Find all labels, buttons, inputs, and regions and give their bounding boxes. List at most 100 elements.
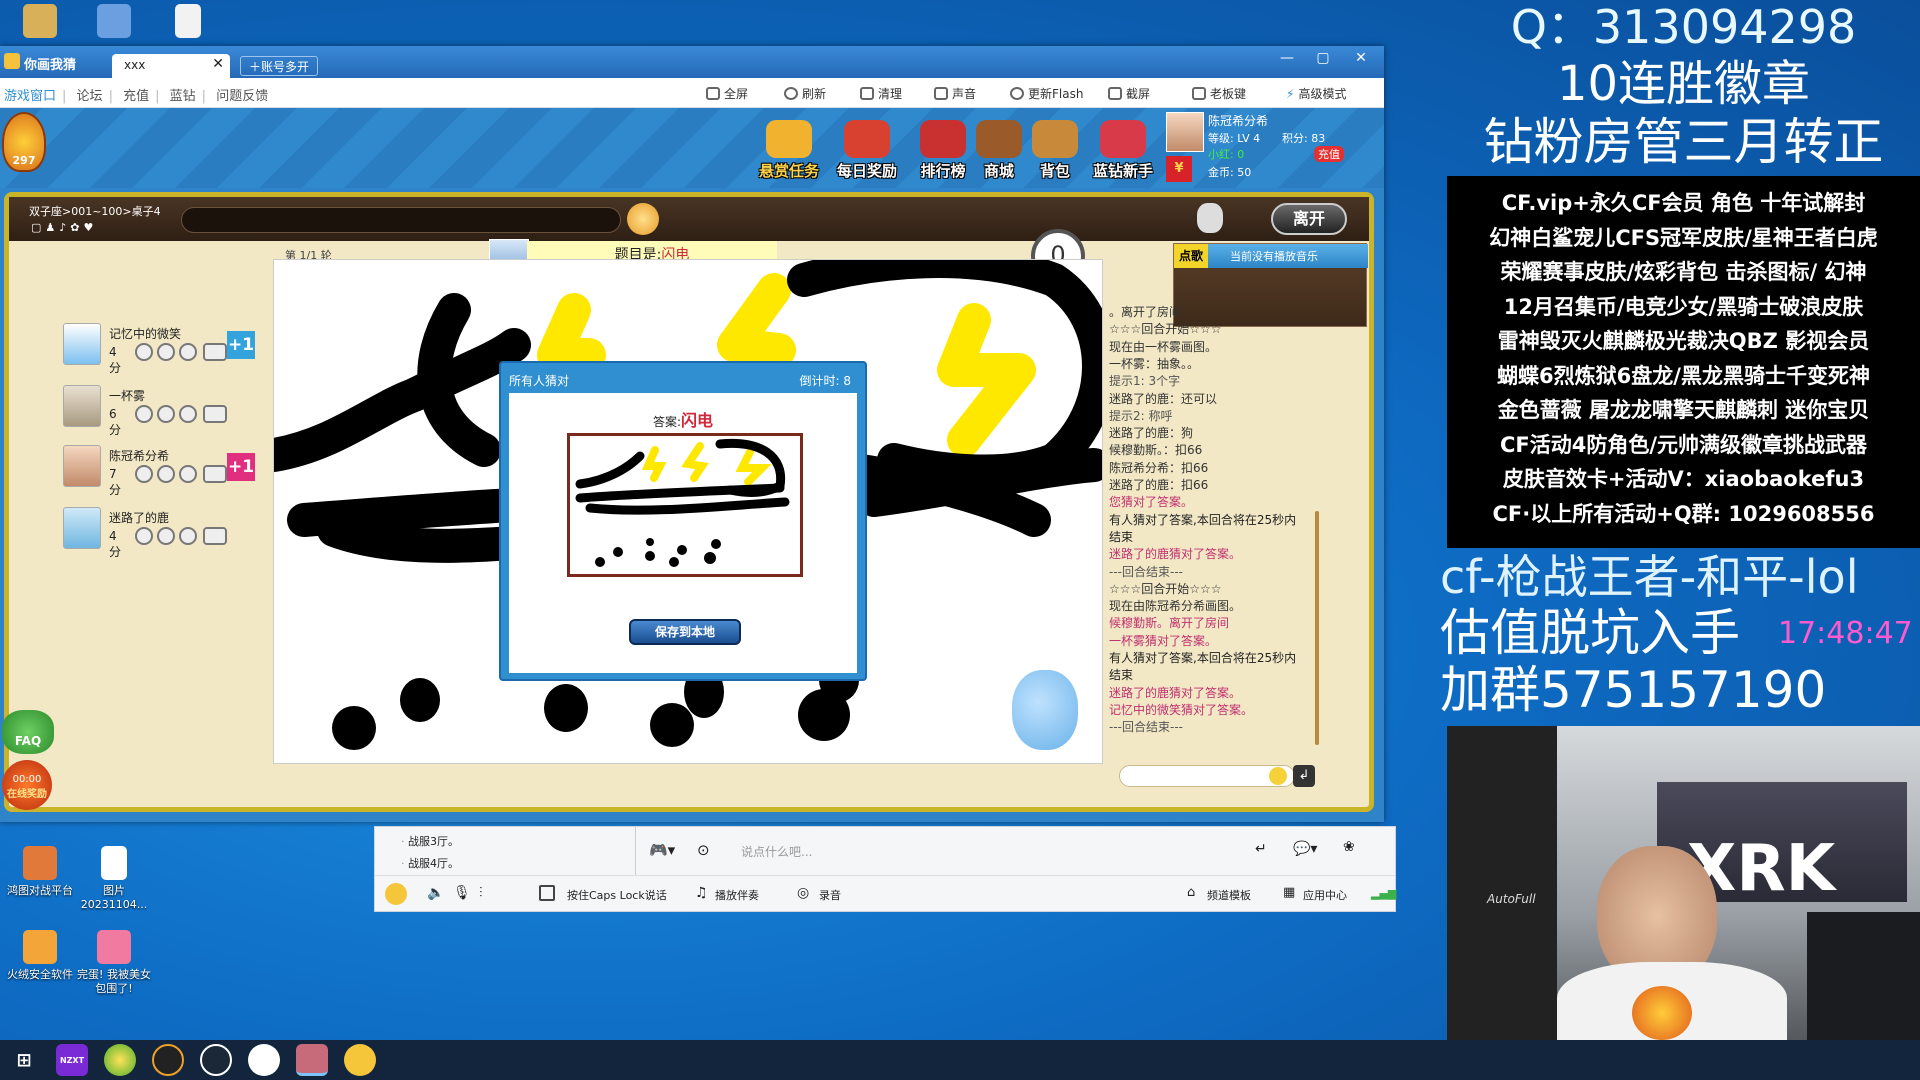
face-icon[interactable] xyxy=(179,465,197,483)
menu-link-forum[interactable]: 论坛 xyxy=(77,89,103,104)
close-window-icon[interactable]: ✕ xyxy=(1346,50,1376,66)
chat-message: 候穆勤斯。：扣66 xyxy=(1109,443,1203,458)
chat-message: ---回合结束--- xyxy=(1109,564,1183,579)
faq-button[interactable]: FAQ xyxy=(2,710,54,754)
gamepad-menu-icon[interactable]: 🎮▾ xyxy=(649,841,675,859)
daily-reward-button[interactable]: 每日奖励 xyxy=(834,120,900,181)
home-icon[interactable]: ⌂ xyxy=(1187,885,1195,900)
mixer-icon[interactable]: ⫶ xyxy=(479,885,483,901)
emoji-icon[interactable] xyxy=(1269,767,1287,785)
folder-icon xyxy=(23,4,57,38)
qq-penguin-icon[interactable] xyxy=(248,1044,280,1076)
desktop-icon-doc[interactable] xyxy=(148,4,228,42)
boss-key-button[interactable]: 老板键 xyxy=(1192,85,1246,102)
chat-message: 迷路了的鹿猜对了答案。 xyxy=(1109,547,1242,562)
gamepad-icon[interactable] xyxy=(203,343,227,361)
enter-icon[interactable]: ↵ xyxy=(1255,841,1267,857)
level-crown-icon[interactable]: 297 xyxy=(2,112,46,172)
update-flash-button[interactable]: 更新Flash xyxy=(1010,85,1083,102)
chat-scrollbar[interactable] xyxy=(1315,511,1319,745)
face-icon[interactable] xyxy=(179,343,197,361)
gamepad-icon[interactable] xyxy=(203,527,227,545)
advanced-mode-button[interactable]: ⚡ 高级模式 xyxy=(1286,85,1346,102)
music-status: 当前没有播放音乐 xyxy=(1230,250,1318,263)
menu-link-game[interactable]: 游戏窗口 xyxy=(4,89,56,104)
promo-line: CF活动4防角色/元帅满级徽章挑战武器 xyxy=(1499,432,1868,457)
music-icon[interactable] xyxy=(157,527,175,545)
boss-key-icon xyxy=(1192,87,1206,100)
face-icon[interactable] xyxy=(179,405,197,423)
online-reward-button[interactable]: 00:00 在线奖励 xyxy=(2,760,52,810)
clean-button[interactable]: 清理 xyxy=(860,85,902,102)
paint-game-icon[interactable] xyxy=(296,1044,328,1076)
menu-link-bluediamond[interactable]: 蓝钻 xyxy=(170,89,196,104)
caps-lock-checkbox[interactable] xyxy=(539,885,555,901)
bear-app-icon[interactable] xyxy=(344,1044,376,1076)
sound-button[interactable]: 声音 xyxy=(934,85,976,102)
bounty-task-button[interactable]: 悬赏任务 xyxy=(756,120,822,181)
music-note-icon[interactable]: ♫ xyxy=(695,885,708,901)
browser-icon[interactable] xyxy=(104,1044,136,1076)
channel-template-button[interactable]: 频道模板 xyxy=(1207,887,1251,903)
desktop-icon-app[interactable] xyxy=(74,4,154,42)
request-song-tab[interactable]: 点歌 xyxy=(1174,244,1208,268)
recharge-button[interactable]: 充值 xyxy=(1314,146,1344,162)
app-center-button[interactable]: 应用中心 xyxy=(1303,887,1347,903)
microphone-icon[interactable]: 🎙 xyxy=(453,885,471,901)
save-local-button[interactable]: 保存到本地 xyxy=(629,619,741,645)
mascot-owl-icon[interactable] xyxy=(385,883,407,905)
music-icon[interactable] xyxy=(157,465,175,483)
record-button[interactable]: 录音 xyxy=(819,887,841,903)
desktop-icon-hongtu[interactable]: 鸿图对战平台 xyxy=(0,846,80,898)
music-icon[interactable] xyxy=(157,343,175,361)
gamepad-icon[interactable] xyxy=(203,405,227,423)
grid-icon[interactable]: ▦ xyxy=(1283,885,1295,900)
speaker-icon[interactable]: 🔈 xyxy=(427,885,444,901)
channel-item[interactable]: · 战服3厅。 xyxy=(401,833,459,849)
record-icon[interactable]: ◎ xyxy=(797,885,809,901)
menu-link-recharge[interactable]: 充值 xyxy=(123,89,149,104)
tab-main[interactable]: xxx ✕ xyxy=(112,54,230,78)
desktop-icon-folder[interactable] xyxy=(0,4,80,42)
bluediamond-newbie-button[interactable]: 蓝钻新手 xyxy=(1086,120,1160,181)
accompany-button[interactable]: 播放伴奏 xyxy=(715,887,759,903)
screenshot-button[interactable]: 截屏 xyxy=(1108,85,1150,102)
heart-icon[interactable] xyxy=(135,465,153,483)
channel-item[interactable]: · 战服4厅。 xyxy=(401,855,459,871)
face-icon[interactable] xyxy=(179,527,197,545)
fullscreen-button[interactable]: 全屏 xyxy=(706,85,748,102)
speech-bubble-icon[interactable]: 💬▾ xyxy=(1293,841,1317,857)
menu-link-feedback[interactable]: 问题反馈 xyxy=(216,89,268,104)
maximize-icon[interactable]: ▢ xyxy=(1308,50,1338,66)
send-icon[interactable]: ↲ xyxy=(1293,765,1315,787)
desktop-icon-game[interactable]: 完蛋! 我被美女包围了! xyxy=(74,930,154,996)
close-tab-icon[interactable]: ✕ xyxy=(212,56,224,72)
steam-icon[interactable] xyxy=(200,1044,232,1076)
new-account-tab-button[interactable]: ＋账号多开 xyxy=(240,56,319,76)
promo-panel: CF.vip+永久CF会员 角色 十年试解封 幻神白鲨宠儿CFS冠军皮肤/星神王者… xyxy=(1447,176,1920,548)
nzxt-icon[interactable]: NZXT xyxy=(56,1044,88,1076)
windows-start-icon[interactable]: ⊞ xyxy=(8,1044,40,1076)
minimize-icon[interactable]: — xyxy=(1272,50,1302,66)
game-c-icon[interactable] xyxy=(152,1044,184,1076)
chat-message: 迷路了的鹿：扣66 xyxy=(1109,478,1209,492)
heart-icon[interactable] xyxy=(135,343,153,361)
gamepad-icon[interactable] xyxy=(203,465,227,483)
backpack-button[interactable]: 背包 xyxy=(1022,120,1088,181)
lock-icon[interactable] xyxy=(1197,203,1223,233)
heart-icon[interactable] xyxy=(135,405,153,423)
music-icon[interactable] xyxy=(157,405,175,423)
chat-message: 一杯雾猜对了答案。 xyxy=(1109,633,1218,648)
user-avatar[interactable] xyxy=(1166,112,1204,152)
leave-button[interactable]: 离开 xyxy=(1271,203,1347,235)
screen-share-icon[interactable]: ⊙ xyxy=(697,841,710,859)
desktop-icon-picture[interactable]: 图片 20231104... xyxy=(74,846,154,912)
hongtu-icon xyxy=(23,846,57,880)
horn-icon[interactable] xyxy=(627,203,659,235)
room-tool-icons[interactable]: ▢♟♪✿♥ xyxy=(31,221,97,234)
refresh-button[interactable]: 刷新 xyxy=(784,85,826,102)
flower-icon[interactable]: ❀ xyxy=(1343,839,1355,855)
heart-icon[interactable] xyxy=(135,527,153,545)
desktop-icon-huorong[interactable]: 火绒安全软件 xyxy=(0,930,80,982)
voice-chat-input[interactable]: 说点什么吧... xyxy=(741,843,812,860)
